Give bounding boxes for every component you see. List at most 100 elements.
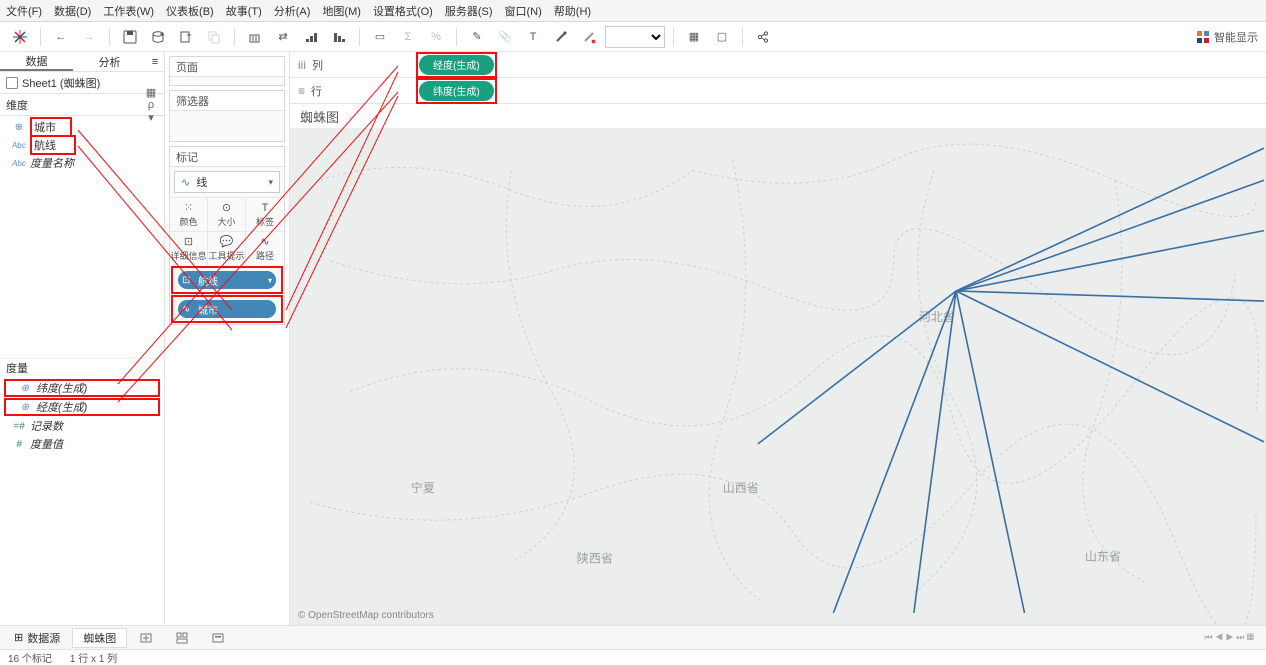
mark-path[interactable]: ∿路径 [246, 231, 284, 265]
hash-icon: # [12, 439, 26, 450]
label-ningxia: 宁夏 [411, 480, 435, 495]
menu-help[interactable]: 帮助(H) [554, 3, 591, 19]
menu-worksheet[interactable]: 工作表(W) [103, 3, 154, 19]
pages-card-title: 页面 [170, 57, 284, 77]
menu-bar: 文件(F) 数据(D) 工作表(W) 仪表板(B) 故事(T) 分析(A) 地图… [0, 0, 1266, 22]
dimension-measure-names[interactable]: Abc 度量名称 [0, 154, 164, 172]
path-icon: ∿ [260, 235, 269, 248]
new-dashboard-tab[interactable] [165, 628, 199, 648]
path-encode-icon: ∿ [182, 304, 190, 315]
pin-button[interactable]: 📎 [493, 25, 517, 49]
tab-data[interactable]: 数据 [0, 52, 73, 71]
menu-format[interactable]: 设置格式(O) [373, 3, 433, 19]
mark-size[interactable]: ⊙大小 [208, 197, 246, 231]
mark-color[interactable]: ⁙颜色 [170, 197, 208, 231]
datasource-tab[interactable]: ⊞ 数据源 [4, 628, 70, 648]
status-rows-cols: 1 行 x 1 列 [70, 650, 117, 665]
map-viz[interactable]: 宁夏 山西省 陕西省 河北省 山东省 [290, 128, 1266, 625]
dimension-route[interactable]: Abc 航线 [0, 136, 164, 154]
new-story-tab[interactable] [201, 628, 235, 648]
measure-lng[interactable]: ⊕ 经度(生成) [4, 398, 160, 416]
globe-icon: ⊕ [18, 383, 32, 394]
data-pane: 数据 分析 ≡ Sheet1 (蜘蛛图) 维度 ▦ ρ ▾ ⊕ 城市 Abc 航… [0, 52, 165, 625]
swap-button[interactable]: ⇄ [271, 25, 295, 49]
measure-values[interactable]: # 度量值 [0, 435, 164, 453]
datasource-row[interactable]: Sheet1 (蜘蛛图) [0, 72, 164, 94]
label-shandong: 山东省 [1085, 550, 1121, 564]
measures-header: 度量 [0, 358, 164, 376]
clear-highlight-button[interactable] [577, 25, 601, 49]
forward-button[interactable]: → [77, 25, 101, 49]
pages-card: 页面 [169, 56, 285, 86]
dimension-city-label: 城市 [30, 117, 72, 137]
menu-data[interactable]: 数据(D) [54, 3, 91, 19]
hash-icon: =# [12, 421, 26, 432]
highlight-button[interactable]: ✎ [465, 25, 489, 49]
mark-type-label: 线 [196, 174, 207, 190]
detail-icon: ⊡ [184, 235, 193, 248]
new-worksheet-button[interactable] [174, 25, 198, 49]
new-datasource-button[interactable] [146, 25, 170, 49]
mark-detail[interactable]: ⊡详细信息 [170, 231, 208, 265]
measure-record-count[interactable]: =# 记录数 [0, 417, 164, 435]
filters-card-body[interactable] [170, 111, 284, 141]
menu-map[interactable]: 地图(M) [322, 3, 361, 19]
smart-show-button[interactable]: 智能显示 [1196, 29, 1258, 45]
share-button[interactable] [751, 25, 775, 49]
encoding-route-pill[interactable]: ⊡ 航线 ▾ [178, 271, 276, 289]
encoding-city-pill[interactable]: ∿ 城市 [178, 300, 276, 318]
save-button[interactable] [118, 25, 142, 49]
back-button[interactable]: ← [49, 25, 73, 49]
rows-shelf[interactable]: ≡行 纬度(生成) [290, 78, 1266, 104]
menu-file[interactable]: 文件(F) [6, 3, 42, 19]
menu-dashboard[interactable]: 仪表板(B) [166, 3, 214, 19]
status-marks: 16 个标记 [8, 650, 52, 665]
data-pane-menu-icon[interactable]: ≡ [146, 52, 164, 71]
sort-desc-button[interactable] [327, 25, 351, 49]
columns-shelf[interactable]: iii列 经度(生成) [290, 52, 1266, 78]
group-button[interactable]: ▭ [368, 25, 392, 49]
measure-lng-label: 经度(生成) [36, 399, 87, 415]
clear-button[interactable] [243, 25, 267, 49]
filters-card-title: 筛选器 [170, 91, 284, 111]
presentation-button[interactable]: ▢ [710, 25, 734, 49]
sheet-tab[interactable]: 蜘蛛图 [72, 628, 127, 648]
label-button[interactable]: T [521, 25, 545, 49]
pages-card-body[interactable] [170, 77, 284, 85]
datasource-name: Sheet1 (蜘蛛图) [22, 75, 100, 91]
mark-tooltip[interactable]: 💬工具提示 [208, 231, 246, 265]
sheet-nav-icons[interactable]: ⏮ ◀ ▶ ⏭ ▦ [1205, 632, 1262, 643]
duplicate-button[interactable] [202, 25, 226, 49]
rows-pill[interactable]: 纬度(生成) [419, 81, 494, 101]
format-button[interactable] [549, 25, 573, 49]
measure-record-count-label: 记录数 [30, 418, 63, 434]
mark-type-selector[interactable]: ∿ 线 [174, 171, 280, 193]
columns-icon: iii [298, 58, 306, 72]
menu-analysis[interactable]: 分析(A) [274, 3, 311, 19]
marks-card: 标记 ∿ 线 ⁙颜色 ⊙大小 T标签 ⊡详细信息 💬工具提示 ∿路径 ⊡ 航线 … [169, 146, 285, 325]
menu-window[interactable]: 窗口(N) [505, 3, 542, 19]
mark-label[interactable]: T标签 [246, 197, 284, 231]
measure-values-label: 度量值 [30, 436, 63, 452]
percent-button[interactable]: % [424, 25, 448, 49]
rows-label: 行 [311, 83, 322, 99]
new-worksheet-tab[interactable] [129, 628, 163, 648]
viz-title[interactable]: 蜘蛛图 [290, 104, 1266, 128]
totals-button[interactable]: Σ [396, 25, 420, 49]
encoding-city-label: 城市 [198, 302, 218, 317]
sort-asc-button[interactable] [299, 25, 323, 49]
tab-analytics[interactable]: 分析 [73, 52, 146, 71]
dimension-measure-names-label: 度量名称 [30, 155, 74, 171]
menu-story[interactable]: 故事(T) [226, 3, 262, 19]
tableau-logo-icon[interactable] [8, 25, 32, 49]
datasource-icon [6, 77, 18, 89]
size-icon: ⊙ [222, 201, 231, 214]
columns-pill[interactable]: 经度(生成) [419, 55, 494, 75]
measure-lat[interactable]: ⊕ 纬度(生成) [4, 379, 160, 397]
dimension-city[interactable]: ⊕ 城市 [0, 118, 164, 136]
fit-selector[interactable] [605, 26, 665, 48]
menu-server[interactable]: 服务器(S) [445, 3, 493, 19]
label-hebei: 河北省 [919, 310, 955, 324]
label-shaanxi: 陕西省 [577, 551, 613, 566]
show-me-button[interactable]: ▦ [682, 25, 706, 49]
